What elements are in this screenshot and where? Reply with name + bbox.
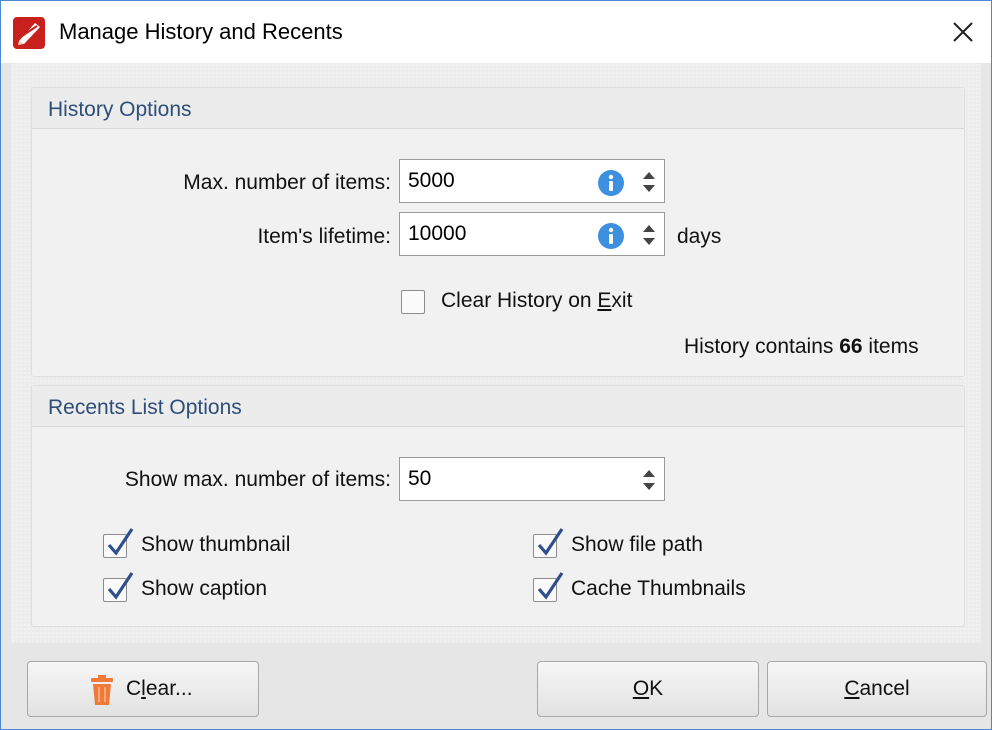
- title-bar: Manage History and Recents: [1, 1, 991, 63]
- show-file-path-label[interactable]: Show file path: [571, 533, 703, 557]
- checkmark-icon: [537, 528, 564, 556]
- show-caption-label[interactable]: Show caption: [141, 577, 267, 601]
- ok-button[interactable]: OK: [537, 661, 759, 717]
- max-items-input[interactable]: [408, 168, 578, 194]
- checkmark-icon: [537, 572, 564, 600]
- dialog-window: Manage History and Recents History Optio…: [0, 0, 992, 730]
- ok-button-label[interactable]: OK: [538, 677, 758, 701]
- history-group-title: History Options: [48, 98, 192, 121]
- spinner-arrows-icon[interactable]: [640, 466, 658, 494]
- recents-max-items-label: Show max. number of items:: [124, 468, 391, 491]
- spinner-arrows-icon[interactable]: [640, 221, 658, 249]
- recents-max-items-spinbox[interactable]: [399, 457, 665, 501]
- checkmark-icon: [107, 572, 134, 600]
- pdf-editor-app-icon: [13, 17, 45, 49]
- recents-group-header: Recents List Options: [32, 386, 964, 427]
- checkmark-icon: [107, 528, 134, 556]
- clear-button-label[interactable]: Clear...: [126, 677, 193, 701]
- clear-history-on-exit-checkbox[interactable]: [401, 290, 425, 314]
- lifetime-input[interactable]: [408, 221, 578, 247]
- recents-group-title: Recents List Options: [48, 396, 242, 419]
- clear-button[interactable]: Clear...: [27, 661, 259, 717]
- show-file-path-checkbox[interactable]: [533, 528, 564, 558]
- cancel-button-label[interactable]: Cancel: [768, 677, 986, 701]
- show-thumbnail-label[interactable]: Show thumbnail: [141, 533, 290, 557]
- window-title: Manage History and Recents: [59, 19, 343, 44]
- spinner-arrows-icon[interactable]: [640, 168, 658, 196]
- history-group-header: History Options: [32, 88, 964, 129]
- cache-thumbnails-label[interactable]: Cache Thumbnails: [571, 577, 746, 601]
- history-count-value: 66: [839, 335, 863, 358]
- close-button[interactable]: [935, 5, 991, 59]
- show-thumbnail-checkbox[interactable]: [103, 528, 134, 558]
- max-items-label: Max. number of items:: [183, 171, 391, 194]
- cache-thumbnails-checkbox[interactable]: [533, 572, 564, 602]
- history-count-text: History contains 66 items: [684, 335, 919, 358]
- recents-max-items-input[interactable]: [408, 466, 578, 492]
- trash-icon: [91, 675, 113, 705]
- cancel-button[interactable]: Cancel: [767, 661, 987, 717]
- clear-history-on-exit-label[interactable]: Clear History on Exit: [441, 289, 632, 313]
- lifetime-unit-label: days: [677, 225, 722, 248]
- lifetime-spinbox[interactable]: [399, 212, 665, 256]
- close-icon[interactable]: [952, 21, 974, 43]
- show-caption-checkbox[interactable]: [103, 572, 134, 602]
- lifetime-label: Item's lifetime:: [257, 225, 391, 248]
- info-icon[interactable]: [598, 170, 624, 196]
- max-items-spinbox[interactable]: [399, 159, 665, 203]
- info-icon[interactable]: [598, 223, 624, 249]
